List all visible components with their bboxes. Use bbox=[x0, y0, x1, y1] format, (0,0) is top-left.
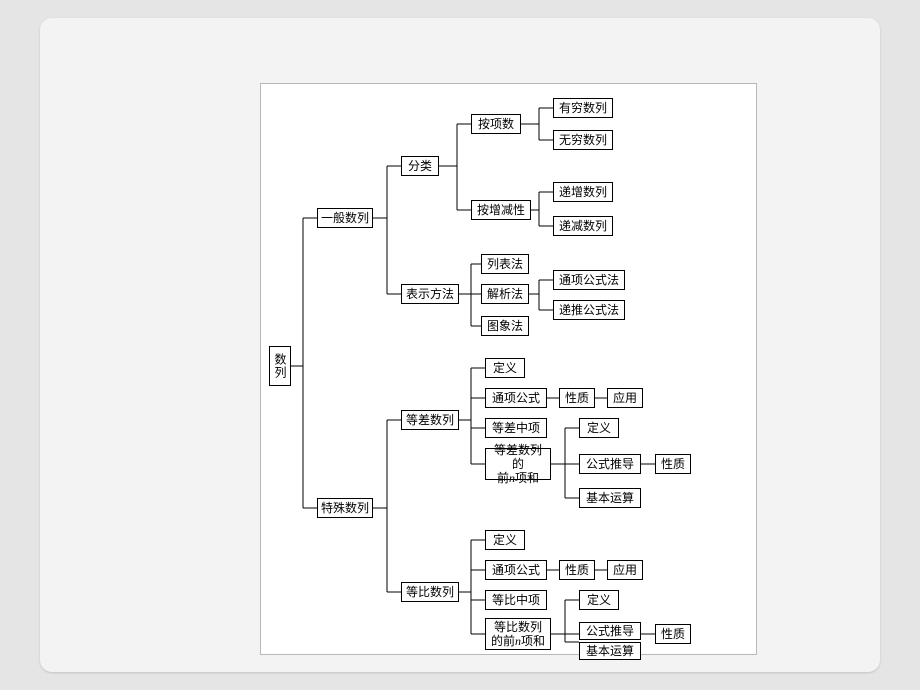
node-arith-sum-derivation: 公式推导 bbox=[579, 454, 641, 474]
node-representation: 表示方法 bbox=[401, 284, 459, 304]
node-geom-sum-definition: 定义 bbox=[579, 590, 619, 610]
sequence-concept-map: 数列 一般数列 特殊数列 分类 按项数 有穷数列 无穷数列 按增减性 递增数列 … bbox=[260, 83, 757, 655]
node-analytic-method: 解析法 bbox=[481, 284, 529, 304]
node-arith-sum: 等差数列的前n项和 bbox=[485, 448, 551, 480]
node-arithmetic-sequence: 等差数列 bbox=[401, 410, 459, 430]
node-general-sequence: 一般数列 bbox=[317, 208, 373, 228]
node-arith-general-term: 通项公式 bbox=[485, 388, 547, 408]
node-special-sequence: 特殊数列 bbox=[317, 498, 373, 518]
arith-sum-line1: 等差数列的 bbox=[494, 443, 542, 471]
node-geom-property: 性质 bbox=[559, 560, 595, 580]
node-geom-definition: 定义 bbox=[485, 530, 525, 550]
node-geom-sum-property: 性质 bbox=[655, 624, 691, 644]
node-geom-sum-basicops: 基本运算 bbox=[579, 642, 641, 660]
node-geom-sum: 等比数列的前n项和 bbox=[485, 618, 551, 650]
node-general-term-method: 通项公式法 bbox=[553, 270, 625, 290]
node-list-method: 列表法 bbox=[481, 254, 529, 274]
node-geom-mean: 等比中项 bbox=[485, 590, 547, 610]
node-increasing-sequence: 递增数列 bbox=[553, 182, 613, 202]
node-classification: 分类 bbox=[401, 156, 439, 176]
node-infinite-sequence: 无穷数列 bbox=[553, 130, 613, 150]
node-arith-mean: 等差中项 bbox=[485, 418, 547, 438]
node-arith-sum-property: 性质 bbox=[655, 454, 691, 474]
node-arith-sum-definition: 定义 bbox=[579, 418, 619, 438]
geom-sum-line1: 等比数列 bbox=[494, 620, 542, 634]
arith-sum-line2: 前n项和 bbox=[497, 471, 539, 485]
node-arith-definition: 定义 bbox=[485, 358, 525, 378]
node-graph-method: 图象法 bbox=[481, 316, 529, 336]
node-arith-application: 应用 bbox=[607, 388, 643, 408]
geom-sum-line2: 的前n项和 bbox=[491, 634, 545, 648]
node-geom-general-term: 通项公式 bbox=[485, 560, 547, 580]
node-arith-sum-basicops: 基本运算 bbox=[579, 488, 641, 508]
node-arith-property: 性质 bbox=[559, 388, 595, 408]
node-recursive-method: 递推公式法 bbox=[553, 300, 625, 320]
node-root: 数列 bbox=[269, 346, 291, 386]
node-by-terms: 按项数 bbox=[471, 114, 521, 134]
node-decreasing-sequence: 递减数列 bbox=[553, 216, 613, 236]
node-finite-sequence: 有穷数列 bbox=[553, 98, 613, 118]
node-by-monotone: 按增减性 bbox=[471, 200, 531, 220]
diagram-card: 数列 一般数列 特殊数列 分类 按项数 有穷数列 无穷数列 按增减性 递增数列 … bbox=[40, 18, 880, 672]
node-geom-application: 应用 bbox=[607, 560, 643, 580]
node-geom-sum-derivation: 公式推导 bbox=[579, 622, 641, 640]
node-geometric-sequence: 等比数列 bbox=[401, 582, 459, 602]
